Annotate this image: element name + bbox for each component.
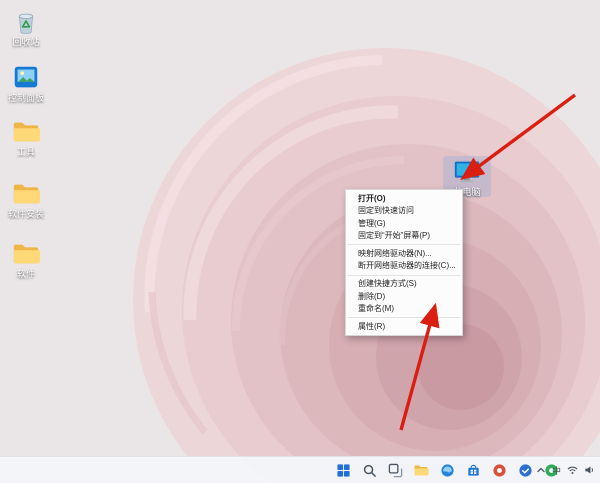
folder-icon — [11, 238, 41, 268]
menu-item-properties[interactable]: 属性(R) — [346, 320, 462, 333]
icon-label: 软件 — [17, 269, 35, 279]
taskbar-center-icons — [334, 457, 560, 483]
file-explorer-button[interactable] — [412, 461, 430, 479]
folder-icon — [11, 116, 41, 146]
desktop-icon-recycle-bin[interactable]: 回收站 — [2, 6, 50, 47]
menu-item-pin-quick-access[interactable]: 固定到快速访问 — [346, 205, 462, 218]
desktop-icon-control-panel[interactable]: 控制面板 — [2, 62, 50, 103]
menu-item-create-shortcut[interactable]: 创建快捷方式(S) — [346, 278, 462, 291]
tray-network-icon[interactable] — [567, 465, 578, 475]
desktop-icon-folder-installers[interactable]: 软件安装 — [2, 178, 50, 219]
desktop-icon-folder-software[interactable]: 软件 — [2, 238, 50, 279]
menu-item-open[interactable]: 打开(O) — [346, 192, 462, 205]
menu-separator — [348, 244, 460, 245]
wallpaper-bloom — [0, 0, 600, 483]
store-button[interactable] — [464, 461, 482, 479]
recycle-bin-icon — [11, 6, 41, 36]
context-menu: 打开(O) 固定到快速访问 管理(G) 固定到“开始”屏幕(P) 映射网络驱动器… — [345, 189, 463, 336]
edge-icon — [440, 463, 455, 478]
windows-start-icon — [336, 463, 351, 478]
pinned-app-blue-icon — [518, 463, 533, 478]
menu-item-rename[interactable]: 重命名(M) — [346, 303, 462, 316]
taskbar: 中 — [0, 456, 600, 483]
search-button[interactable] — [360, 461, 378, 479]
app-icon — [11, 62, 41, 92]
menu-item-disconnect-network-drive[interactable]: 断开网络驱动器的连接(C)... — [346, 260, 462, 273]
menu-item-pin-to-start[interactable]: 固定到“开始”屏幕(P) — [346, 230, 462, 243]
icon-label: 软件安装 — [8, 209, 44, 219]
search-icon — [362, 463, 377, 478]
task-view-button[interactable] — [386, 461, 404, 479]
icon-label: 工具 — [17, 147, 35, 157]
pinned-app-red-button[interactable] — [490, 461, 508, 479]
store-icon — [466, 463, 481, 478]
menu-item-map-network-drive[interactable]: 映射网络驱动器(N)... — [346, 247, 462, 260]
tray-chevron-up-icon[interactable] — [536, 465, 546, 475]
menu-separator — [348, 275, 460, 276]
menu-separator — [348, 317, 460, 318]
edge-button[interactable] — [438, 461, 456, 479]
tray-volume-icon[interactable] — [584, 465, 595, 475]
pinned-app-red-icon — [492, 463, 507, 478]
icon-label: 回收站 — [12, 37, 39, 47]
icon-label: 控制面板 — [8, 93, 44, 103]
file-explorer-icon — [413, 462, 429, 478]
start-button[interactable] — [334, 461, 352, 479]
tray-input-method[interactable]: 中 — [552, 464, 561, 477]
taskbar-tray: 中 — [536, 457, 595, 483]
task-view-icon — [388, 463, 403, 478]
folder-icon — [11, 178, 41, 208]
menu-item-delete[interactable]: 删除(D) — [346, 290, 462, 303]
desktop-icon-folder-tools[interactable]: 工具 — [2, 116, 50, 157]
pinned-app-blue-button[interactable] — [516, 461, 534, 479]
this-pc-icon — [452, 156, 482, 186]
menu-item-manage[interactable]: 管理(G) — [346, 217, 462, 230]
